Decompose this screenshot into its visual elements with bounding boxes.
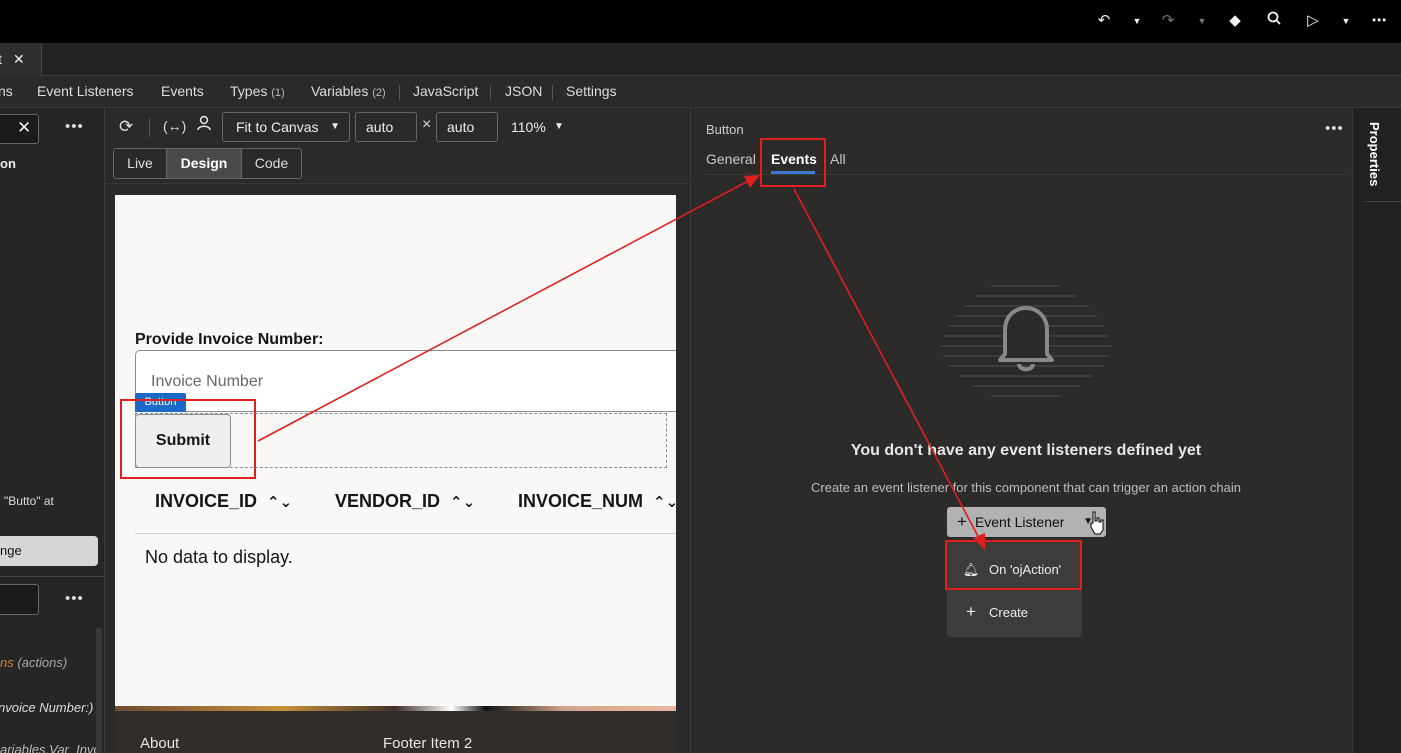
filter-input-2[interactable] xyxy=(0,584,39,615)
menu-item-create[interactable]: + Create xyxy=(961,602,1028,622)
divider xyxy=(105,183,690,184)
file-tab-name: t xyxy=(0,43,2,76)
sort-icon: ⌃⌄ xyxy=(653,494,676,511)
column-header[interactable]: VENDOR_ID ⌃⌄ xyxy=(335,491,475,512)
more-icon[interactable]: ••• xyxy=(65,590,84,607)
nav-item-json[interactable]: JSON xyxy=(505,83,542,99)
no-data-message: No data to display. xyxy=(145,547,293,567)
redo-caret-icon[interactable]: ▼ xyxy=(1197,10,1207,32)
tree-item-actions[interactable]: ns (actions) xyxy=(0,655,67,670)
footer-item[interactable]: Footer Item 2 xyxy=(383,735,472,752)
tree-item-variables[interactable]: ariables.Var_Invo xyxy=(0,742,101,753)
nav-separator xyxy=(490,85,491,100)
empty-state-illustration xyxy=(941,285,1111,397)
mode-live[interactable]: Live xyxy=(114,149,167,178)
mode-code[interactable]: Code xyxy=(242,149,301,178)
clear-icon[interactable]: ✕ xyxy=(17,118,31,138)
empty-state-description: Create an event listener for this compon… xyxy=(811,480,1241,495)
search-icon[interactable] xyxy=(1266,10,1282,32)
toolbar-separator xyxy=(149,118,150,137)
redo-icon[interactable]: ↷ xyxy=(1160,10,1176,32)
tree-item-invoice[interactable]: nvoice Number:) xyxy=(0,700,93,715)
nav-separator xyxy=(552,85,553,100)
file-tab-bar: t ✕ xyxy=(0,43,1401,76)
annotation-box-submit xyxy=(120,399,256,479)
zoom-level[interactable]: 110% xyxy=(511,119,546,135)
sort-icon: ⌃⌄ xyxy=(267,494,293,511)
page-footer: About Footer Item 2 xyxy=(115,711,676,753)
more-icon[interactable]: ••• xyxy=(1325,120,1344,137)
column-header[interactable]: INVOICE_NUM ⌃⌄ xyxy=(518,491,676,512)
more-icon[interactable]: ••• xyxy=(65,118,84,135)
properties-panel: Button ••• General Events All You don't … xyxy=(690,108,1352,753)
tab-general[interactable]: General xyxy=(706,151,756,167)
nav-item-actions[interactable]: ns xyxy=(0,83,13,99)
nav-item-events[interactable]: Events xyxy=(161,83,204,99)
mode-design[interactable]: Design xyxy=(167,149,242,178)
times-icon: × xyxy=(422,116,432,133)
nav-separator xyxy=(399,85,400,100)
empty-state-title: You don't have any event listeners defin… xyxy=(850,442,1202,459)
height-input[interactable]: auto xyxy=(436,112,498,142)
bell-icon xyxy=(998,306,1054,372)
nav-item-javascript[interactable]: JavaScript xyxy=(413,83,478,99)
annotation-box-ojaction xyxy=(945,540,1082,590)
editor-nav-bar: ns Event Listeners Events Types (1) Vari… xyxy=(0,76,1401,108)
divider xyxy=(0,576,104,577)
left-panel: ✕ ••• on "Butto" at nge ••• ns (actions)… xyxy=(0,108,105,753)
run-caret-icon[interactable]: ▼ xyxy=(1341,10,1351,32)
nav-item-settings[interactable]: Settings xyxy=(566,83,617,99)
nav-item-variables[interactable]: Variables (2) xyxy=(311,83,386,99)
chevron-down-icon[interactable]: ▼ xyxy=(554,121,564,132)
plus-icon: + xyxy=(957,512,967,531)
invoice-label: Provide Invoice Number: xyxy=(135,331,324,348)
footer-item[interactable]: About xyxy=(140,735,179,752)
top-bar: ↶ ▼ ↷ ▼ ◆ ▷ ▼ ⋯ xyxy=(0,0,1401,43)
add-event-listener-button[interactable]: + Event Listener ▼ xyxy=(947,507,1106,537)
side-tab-bar: Properties xyxy=(1352,108,1401,753)
refresh-icon[interactable]: ⟳ xyxy=(119,117,133,137)
user-icon[interactable] xyxy=(197,115,211,136)
panel-heading: on xyxy=(0,156,16,171)
nav-item-types[interactable]: Types (1) xyxy=(230,83,285,99)
undo-caret-icon[interactable]: ▼ xyxy=(1132,10,1142,32)
chevron-down-icon: ▼ xyxy=(330,121,340,132)
pointer-cursor-icon xyxy=(1090,511,1104,535)
git-icon[interactable]: ◆ xyxy=(1227,10,1243,32)
run-icon[interactable]: ▷ xyxy=(1305,10,1321,32)
expression-icon[interactable]: (↔) xyxy=(163,118,186,134)
close-icon[interactable]: ✕ xyxy=(13,43,25,76)
undo-icon[interactable]: ↶ xyxy=(1096,10,1112,32)
mode-switch: Live Design Code xyxy=(113,148,302,179)
plus-icon: + xyxy=(966,602,976,621)
selection-text: "Butto" at xyxy=(4,494,54,508)
nav-item-event-listeners[interactable]: Event Listeners xyxy=(37,83,134,99)
scrollbar[interactable] xyxy=(96,628,102,753)
sort-icon: ⌃⌄ xyxy=(450,494,476,511)
file-tab[interactable]: t ✕ xyxy=(0,43,42,76)
divider xyxy=(1365,201,1401,202)
width-input[interactable]: auto xyxy=(355,112,417,142)
change-button[interactable]: nge xyxy=(0,536,98,566)
tab-all[interactable]: All xyxy=(830,151,846,167)
table-divider xyxy=(135,533,676,534)
more-icon[interactable]: ⋯ xyxy=(1370,10,1388,32)
component-title: Button xyxy=(706,122,744,137)
properties-side-tab[interactable]: Properties xyxy=(1367,122,1382,186)
column-header[interactable]: INVOICE_ID ⌃⌄ xyxy=(155,491,292,512)
fit-to-canvas-select[interactable]: Fit to Canvas ▼ xyxy=(222,112,350,142)
annotation-box-events-tab xyxy=(760,138,826,187)
